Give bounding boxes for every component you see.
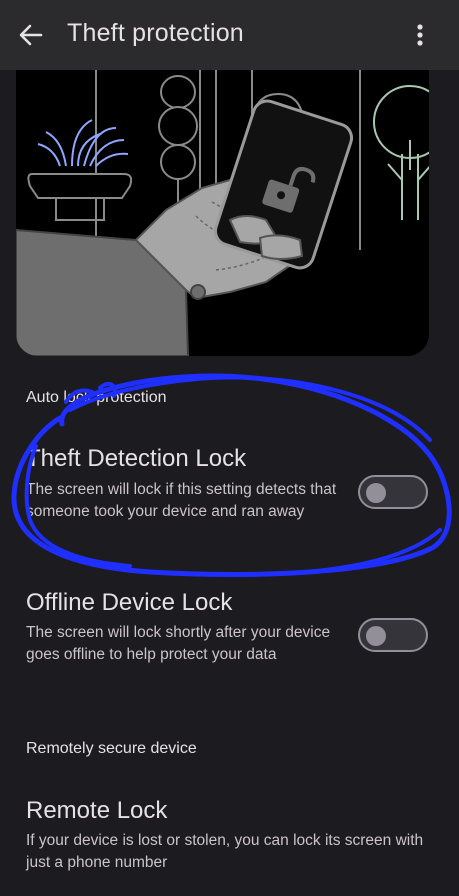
offline-device-lock-description: The screen will lock shortly after your … [26, 624, 331, 663]
theft-detection-lock-title: Theft Detection Lock [26, 445, 247, 472]
theft-detection-lock-description: The screen will lock if this setting det… [26, 481, 337, 520]
arrow-back-icon [19, 24, 43, 46]
theft-detection-lock-toggle[interactable] [358, 475, 428, 509]
toggle-thumb [366, 626, 386, 646]
auto-lock-section-header: Auto lock protection [26, 389, 167, 406]
more-vert-icon [417, 24, 423, 46]
offline-device-lock-title: Offline Device Lock [26, 589, 233, 616]
remote-lock-description: If your device is lost or stolen, you ca… [26, 832, 424, 871]
hero-illustration [16, 70, 429, 356]
more-options-button[interactable] [406, 18, 434, 52]
app-bar: Theft protection [0, 0, 459, 70]
unlocked-phone-illustration [16, 70, 429, 356]
page-title: Theft protection [67, 19, 244, 47]
remote-section-header: Remotely secure device [26, 740, 197, 757]
toggle-thumb [366, 483, 386, 503]
offline-device-lock-toggle[interactable] [358, 618, 428, 652]
back-button[interactable] [14, 19, 48, 51]
remote-lock-title: Remote Lock [26, 797, 168, 824]
